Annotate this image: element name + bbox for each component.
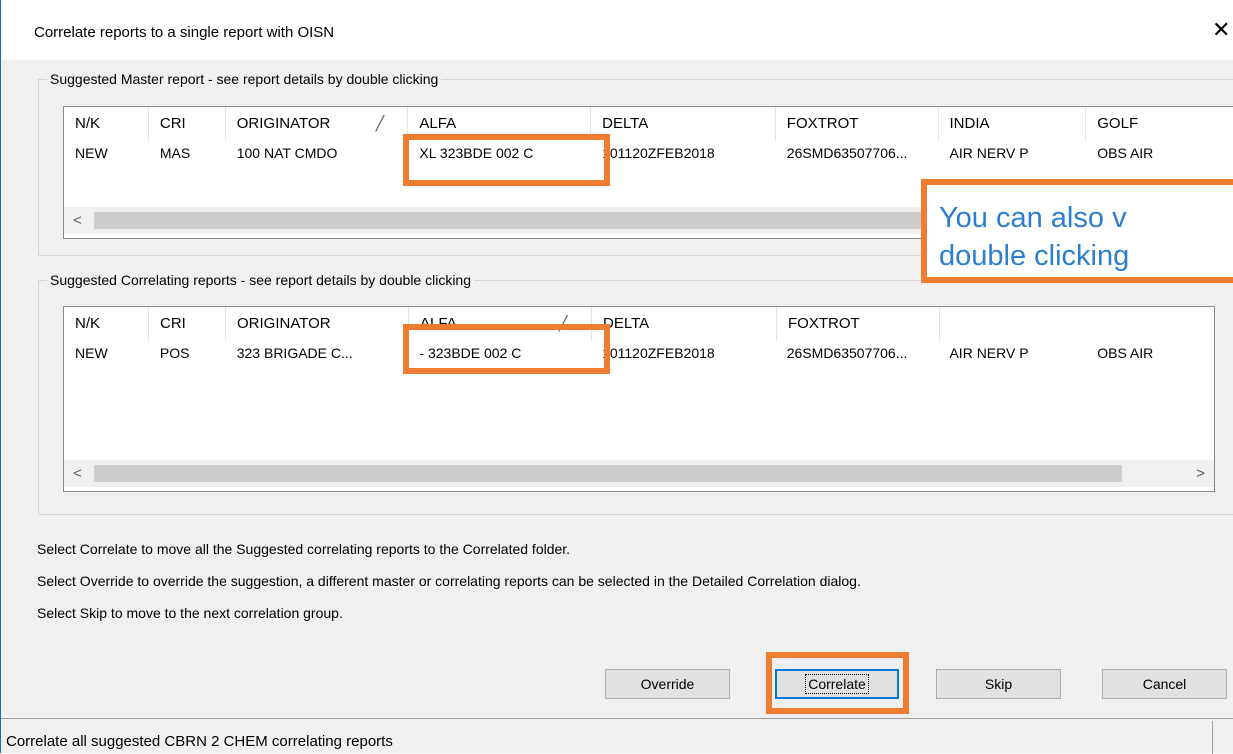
col-nk[interactable]: N/K (64, 107, 149, 140)
col-originator[interactable]: ORIGINATOR ╱ (226, 107, 409, 140)
correlating-reports-legend: Suggested Correlating reports - see repo… (50, 272, 472, 288)
correlating-header-row: N/K CRI ORIGINATOR ALFA ╱ DELTA FOXTROT (64, 307, 1214, 340)
cell-nk: NEW (75, 145, 108, 161)
override-button-label: Override (640, 676, 695, 692)
cell-foxtrot: 26SMD63507706... (786, 145, 908, 161)
cancel-button-label: Cancel (1142, 676, 1187, 692)
col-nk[interactable]: N/K (64, 307, 149, 340)
cell-foxtrot: 26SMD63507706... (786, 345, 908, 361)
col-delta[interactable]: DELTA (591, 107, 776, 140)
status-text: Correlate all suggested CBRN 2 CHEM corr… (6, 733, 393, 750)
sort-indicator-icon: ╱ (559, 315, 568, 331)
dialog-title: Correlate reports to a single report wit… (34, 24, 335, 41)
col-delta[interactable]: DELTA (592, 307, 777, 340)
scroll-right-icon[interactable]: > (1187, 460, 1214, 487)
master-header-row: N/K CRI ORIGINATOR ╱ ALFA DELTA FOXTROT … (64, 107, 1233, 140)
cell-golf: OBS AIR (1097, 345, 1154, 361)
close-icon[interactable]: ✕ (1212, 19, 1230, 41)
master-table-row[interactable]: NEW MAS 100 NAT CMDO XL 323BDE 002 C 101… (64, 142, 1233, 164)
cell-cri: MAS (159, 145, 191, 161)
correlating-table-row[interactable]: NEW POS 323 BRIGADE C... - 323BDE 002 C … (64, 342, 1214, 364)
col-india[interactable]: INDIA (939, 107, 1087, 140)
sort-indicator-icon: ╱ (375, 115, 385, 131)
cell-originator: 323 BRIGADE C... (236, 345, 353, 361)
correlating-report-list[interactable]: N/K CRI ORIGINATOR ALFA ╱ DELTA FOXTROT … (63, 306, 1215, 492)
col-cri[interactable]: CRI (149, 107, 226, 140)
instruction-override: Select Override to override the suggesti… (37, 573, 861, 589)
cell-originator: 100 NAT CMDO (236, 145, 338, 161)
cell-nk: NEW (75, 345, 108, 361)
cell-alfa: - 323BDE 002 C (419, 345, 522, 361)
instruction-correlate: Select Correlate to move all the Suggest… (37, 541, 571, 557)
cell-india: AIR NERV P (949, 145, 1029, 161)
col-alfa[interactable]: ALFA (408, 107, 592, 140)
scroll-thumb[interactable] (94, 465, 1122, 482)
status-divider (1212, 721, 1213, 754)
tip-callout: You can also v double clicking (921, 179, 1233, 283)
col-originator-label: ORIGINATOR (236, 115, 331, 132)
status-bar: Correlate all suggested CBRN 2 CHEM corr… (1, 718, 1233, 754)
correlate-dialog: Correlate reports to a single report wit… (0, 0, 1233, 754)
col-alfa[interactable]: ALFA ╱ (409, 307, 592, 340)
title-bar: Correlate reports to a single report wit… (1, 0, 1233, 60)
correlate-button[interactable]: Correlate (775, 669, 899, 699)
correlating-horizontal-scrollbar[interactable]: < > (64, 460, 1214, 487)
instruction-skip: Select Skip to move to the next correlat… (37, 605, 343, 621)
scroll-left-icon[interactable]: < (64, 460, 91, 487)
cell-golf: OBS AIR (1097, 145, 1154, 161)
cancel-button[interactable]: Cancel (1102, 669, 1227, 699)
col-alfa-label: ALFA (420, 315, 457, 332)
col-foxtrot[interactable]: FOXTROT (777, 307, 940, 340)
skip-button-label: Skip (984, 676, 1013, 692)
skip-button[interactable]: Skip (936, 669, 1061, 699)
override-button[interactable]: Override (605, 669, 730, 699)
correlate-button-label: Correlate (805, 674, 869, 694)
cell-alfa: XL 323BDE 002 C (419, 145, 534, 161)
cell-delta: 101120ZFEB2018 (602, 145, 715, 161)
scroll-left-icon[interactable]: < (64, 207, 91, 234)
master-report-legend: Suggested Master report - see report det… (50, 71, 439, 87)
cell-cri: POS (159, 345, 190, 361)
col-golf[interactable]: GOLF (1086, 107, 1233, 140)
cell-delta: 101120ZFEB2018 (602, 345, 715, 361)
col-originator[interactable]: ORIGINATOR (226, 307, 409, 340)
cell-india: AIR NERV P (949, 345, 1029, 361)
col-cri[interactable]: CRI (149, 307, 226, 340)
col-foxtrot[interactable]: FOXTROT (776, 107, 939, 140)
